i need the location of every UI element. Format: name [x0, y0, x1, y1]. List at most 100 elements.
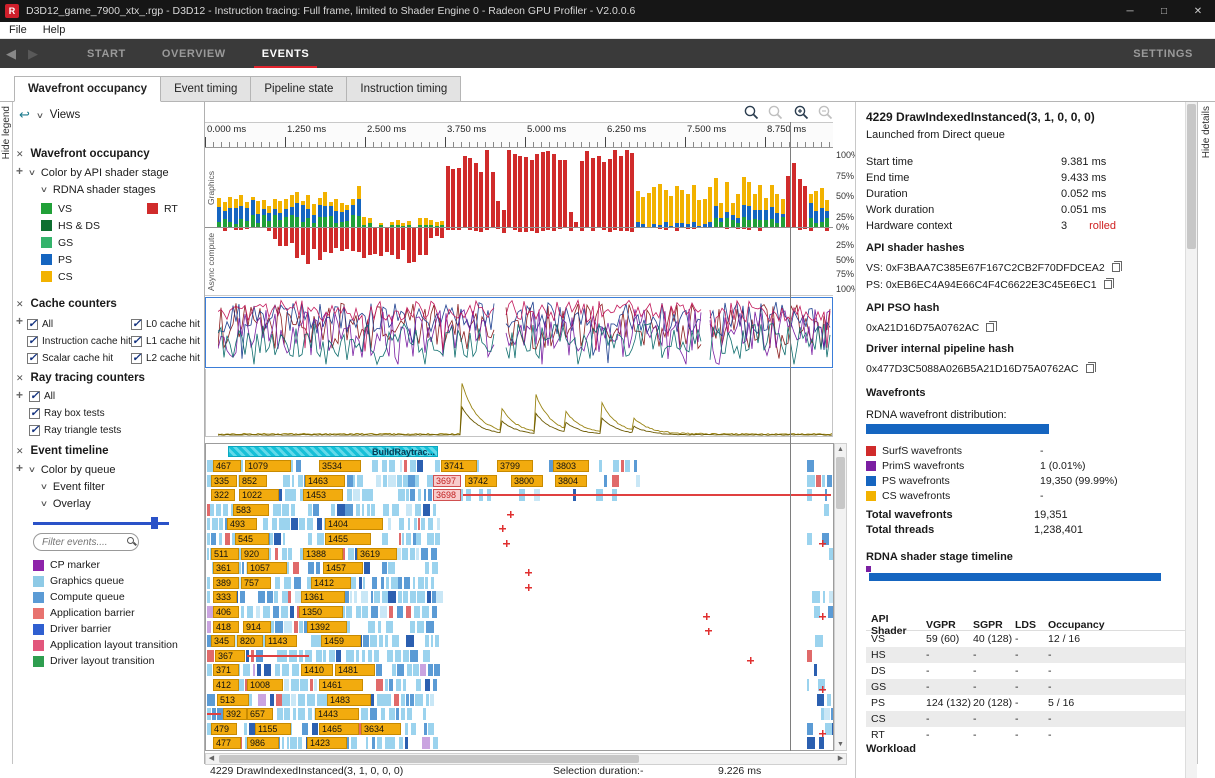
timeline-event-bar[interactable]: 1404 — [325, 518, 383, 530]
table-row[interactable]: CS---- — [866, 711, 1187, 727]
timeline-event-bar[interactable]: 345 — [211, 635, 235, 647]
checkbox-row-l2-cache-hit[interactable]: ✓L2 cache hit — [131, 350, 204, 367]
event-timeline[interactable]: BuildRaytrac... 467107935343741379938033… — [205, 443, 834, 751]
timeline-event-bar[interactable]: 418 — [213, 621, 239, 633]
table-row[interactable]: RT---- — [866, 727, 1187, 743]
table-row[interactable]: GS---- — [866, 679, 1187, 695]
zoom-out-button[interactable] — [817, 104, 835, 122]
timeline-event-bar[interactable]: 322 — [211, 489, 235, 501]
hide-details-strip[interactable]: Hide details — [1197, 102, 1215, 764]
timeline-event-bar[interactable]: 335 — [211, 475, 237, 487]
checkbox-row-ray-triangle-tests[interactable]: ✓Ray triangle tests — [29, 422, 204, 439]
timeline-event-bar[interactable]: 1457 — [323, 562, 363, 574]
checkbox[interactable]: ✓ — [29, 391, 40, 402]
scrollbar-thumb[interactable] — [219, 755, 639, 763]
checkbox[interactable]: ✓ — [29, 408, 40, 419]
table-row[interactable]: HS---- — [866, 647, 1187, 663]
checkbox[interactable]: ✓ — [131, 353, 142, 364]
checkbox-row-l0-cache-hit[interactable]: ✓L0 cache hit — [131, 316, 204, 333]
timeline-event-bar[interactable]: 477 — [213, 737, 241, 749]
timeline-event-bar[interactable]: 371 — [213, 664, 239, 676]
timeline-event-bar[interactable]: 1155 — [255, 723, 291, 735]
timeline-event-bar[interactable]: 3619 — [357, 548, 397, 560]
timeline-event-bar[interactable]: 1410 — [301, 664, 333, 676]
table-row[interactable]: PS124 (132)20 (128)-5 / 16 — [866, 695, 1187, 711]
zoom-reset-button[interactable] — [767, 104, 785, 122]
cache-counters-chart[interactable] — [205, 297, 833, 368]
timeline-event-bar[interactable]: 852 — [239, 475, 267, 487]
timeline-event-bar[interactable]: 392 — [223, 708, 247, 720]
timeline-event-bar[interactable]: 1453 — [303, 489, 343, 501]
timeline-event-bar[interactable]: 1455 — [325, 533, 371, 545]
timeline-event-bar[interactable]: 1022 — [239, 489, 279, 501]
hide-legend-strip[interactable]: Hide legend — [0, 102, 13, 764]
timeline-event-bar[interactable]: 914 — [243, 621, 271, 633]
nav-item-events[interactable]: EVENTS — [259, 48, 313, 60]
nav-item-overview[interactable]: OVERVIEW — [159, 48, 229, 60]
copy-icon[interactable] — [1086, 364, 1094, 373]
async-compute-occupancy-chart[interactable]: Async compute — [205, 228, 833, 296]
timeline-event-bar[interactable]: 3634 — [361, 723, 401, 735]
zoom-in-button[interactable] — [793, 104, 811, 122]
views-back-icon[interactable]: ↩ — [19, 107, 30, 123]
scrollbar-thumb[interactable] — [836, 457, 845, 509]
timeline-event-bar[interactable]: 1481 — [335, 664, 375, 676]
checkbox-row-scalar-cache-hit[interactable]: ✓Scalar cache hit — [27, 350, 131, 367]
dropdown-rdna-shader-stages[interactable]: ∨RDNA shader stages — [41, 181, 204, 198]
checkbox-row-all[interactable]: ✓All — [29, 388, 204, 405]
tab-event-timing[interactable]: Event timing — [161, 76, 251, 102]
checkbox[interactable]: ✓ — [27, 336, 38, 347]
dropdown-color-by-queue[interactable]: ∨Color by queue — [29, 461, 204, 478]
timeline-event-bar[interactable]: 1459 — [321, 635, 361, 647]
timeline-event-bar[interactable]: 3741 — [441, 460, 477, 472]
nav-forward-icon[interactable]: ▶ — [22, 46, 44, 62]
timeline-event-bar[interactable]: 3742 — [465, 475, 497, 487]
timeline-event-bar[interactable]: 1143 — [265, 635, 297, 647]
close-section-icon[interactable]: ✕ — [16, 373, 24, 384]
timeline-horizontal-scrollbar[interactable]: ◀ ▶ — [205, 753, 847, 765]
timeline-event-bar[interactable]: 493 — [227, 518, 257, 530]
checkbox-row-l1-cache-hit[interactable]: ✓L1 cache hit — [131, 333, 204, 350]
tab-instruction-timing[interactable]: Instruction timing — [347, 76, 461, 102]
dropdown-overlay[interactable]: ∨Overlay — [41, 495, 204, 512]
timeline-event-bar[interactable]: 545 — [235, 533, 269, 545]
minimize-button[interactable]: ─ — [1113, 0, 1147, 22]
timeline-event-bar[interactable]: 3800 — [511, 475, 543, 487]
timeline-event-bar[interactable]: 1483 — [327, 694, 371, 706]
timeline-event-bar[interactable]: 1461 — [319, 679, 363, 691]
close-section-icon[interactable]: ✕ — [16, 446, 24, 457]
timeline-event-bar[interactable]: 467 — [213, 460, 241, 472]
timeline-event-bar[interactable]: 3803 — [553, 460, 589, 472]
move-section-icon[interactable]: + — [16, 166, 23, 176]
timeline-event-bar[interactable]: 1008 — [247, 679, 283, 691]
maximize-button[interactable]: □ — [1147, 0, 1181, 22]
scroll-left-icon[interactable]: ◀ — [206, 754, 217, 764]
nav-item-settings[interactable]: SETTINGS — [1133, 48, 1193, 60]
scroll-down-icon[interactable]: ▼ — [835, 739, 846, 750]
timeline-event-bar[interactable]: 920 — [241, 548, 269, 560]
filter-events-input[interactable] — [33, 533, 139, 551]
move-section-icon[interactable]: + — [16, 316, 23, 326]
timeline-event-bar[interactable]: 820 — [237, 635, 263, 647]
dropdown-event-filter[interactable]: ∨Event filter — [41, 478, 204, 495]
slider-handle[interactable] — [151, 517, 158, 529]
timeline-event-bar[interactable]: 583 — [233, 504, 269, 516]
table-row[interactable]: DS---- — [866, 663, 1187, 679]
views-row[interactable]: ↩ ∨ Views — [19, 107, 80, 123]
build-raytracing-marker[interactable]: BuildRaytrac... — [228, 446, 438, 457]
checkbox[interactable]: ✓ — [29, 425, 40, 436]
copy-icon[interactable] — [1104, 280, 1112, 289]
close-section-icon[interactable]: ✕ — [16, 149, 24, 160]
timeline-event-bar[interactable]: 657 — [247, 708, 273, 720]
copy-icon[interactable] — [986, 323, 994, 332]
timeline-event-bar[interactable]: 3799 — [497, 460, 533, 472]
close-button[interactable]: ✕ — [1181, 0, 1215, 22]
checkbox[interactable]: ✓ — [131, 336, 142, 347]
scrollbar-thumb[interactable] — [1187, 104, 1196, 249]
timeline-event-bar[interactable]: 1443 — [315, 708, 359, 720]
timeline-event-bar[interactable]: 986 — [247, 737, 279, 749]
details-scrollbar[interactable] — [1185, 102, 1197, 778]
checkbox[interactable]: ✓ — [131, 319, 142, 330]
menu-item-help[interactable]: Help — [43, 24, 66, 36]
scroll-up-icon[interactable]: ▲ — [835, 444, 846, 455]
